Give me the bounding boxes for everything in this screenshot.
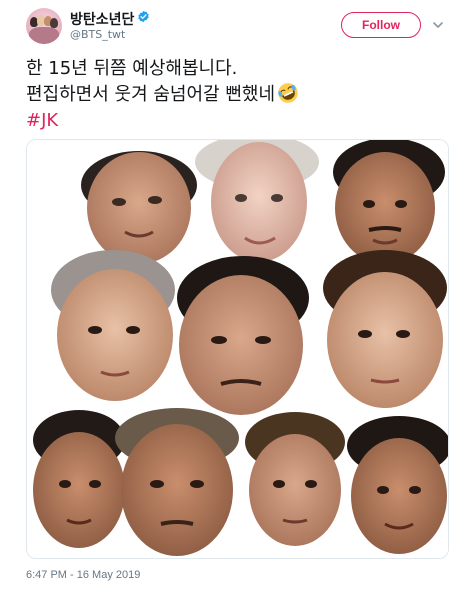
tweet-text-line-1: 한 15년 뒤쯤 예상해봅니다.: [26, 58, 238, 79]
hashtag-link[interactable]: #JK: [26, 108, 456, 134]
avatar[interactable]: [26, 8, 62, 44]
tweet-header: 방탄소년단 @BTS_twt Follow: [0, 0, 473, 52]
tweet-text-line-2: 편집하면서 웃겨 숨넘어갈 뻔했네: [26, 82, 456, 108]
chevron-down-icon[interactable]: [432, 19, 444, 31]
user-handle[interactable]: @BTS_twt: [70, 28, 125, 41]
face-6: [323, 250, 447, 408]
display-name[interactable]: 방탄소년단: [70, 9, 134, 29]
tweet-text: 한 15년 뒤쯤 예상해봅니다. 편집하면서 웃겨 숨넘어갈 뻔했네 #JK: [26, 56, 456, 134]
follow-button[interactable]: Follow: [341, 12, 421, 38]
tweet-text-line-2-text: 편집하면서 웃겨 숨넘어갈 뻔했네: [26, 84, 276, 105]
face-7: [33, 410, 125, 548]
tweet-media-photo[interactable]: [26, 139, 449, 559]
verified-badge-icon: [138, 10, 149, 23]
tweet-timestamp[interactable]: 6:47 PM - 16 May 2019: [26, 569, 140, 581]
face-9: [245, 412, 345, 546]
face-collage-image: [27, 140, 448, 558]
rolling-on-floor-laughing-icon: [278, 83, 298, 103]
